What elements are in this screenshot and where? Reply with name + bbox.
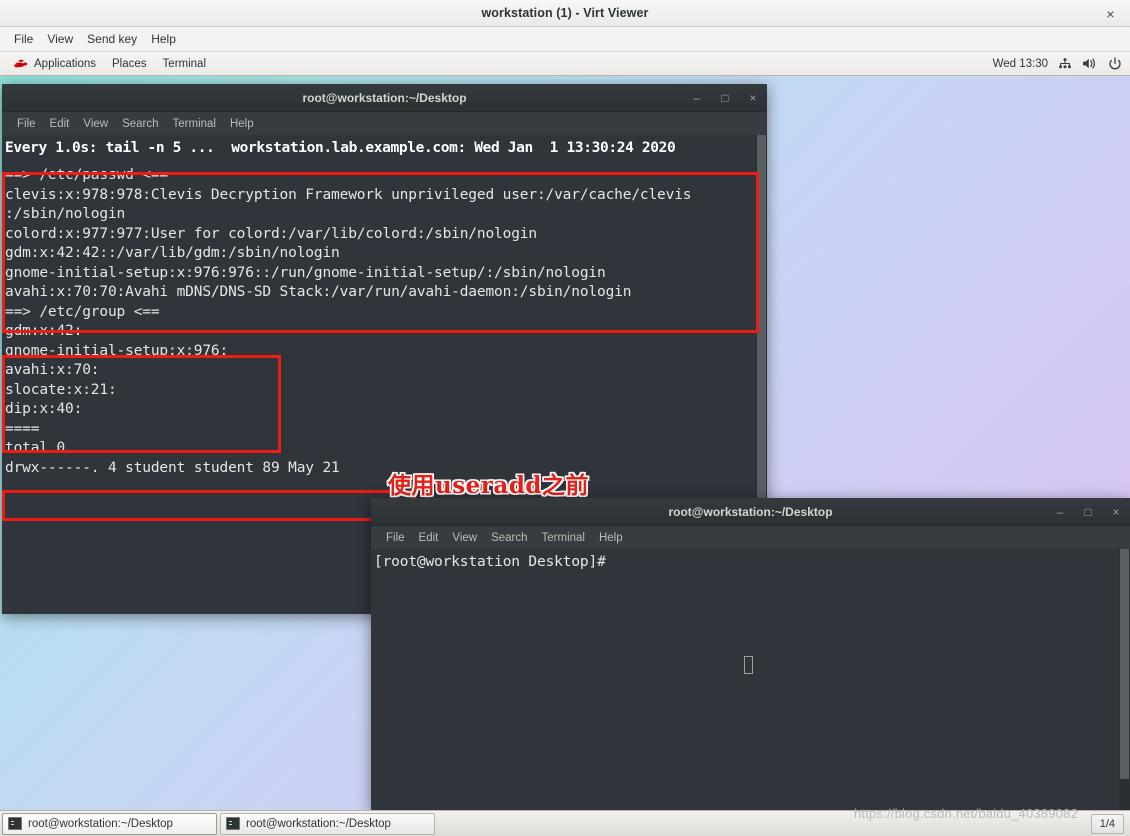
terminal-line: total 0 (5, 440, 66, 456)
taskbar-button-terminal-two[interactable]: root@workstation:~/Desktop (220, 812, 435, 835)
taskbar-button-terminal-one[interactable]: root@workstation:~/Desktop (2, 812, 217, 835)
terminal-two-prompt: [root@workstation Desktop]# (374, 554, 606, 570)
terminal-one-title: root@workstation:~/Desktop (302, 90, 467, 105)
terminal-line: dip:x:40: (5, 401, 83, 417)
terminal-one-menu-file[interactable]: File (10, 116, 43, 132)
terminal-line: slocate:x:21: (5, 381, 117, 398)
annotation-text-useradd: 使用useradd之前 (388, 472, 589, 499)
panel-item-terminal[interactable]: Terminal (155, 55, 214, 73)
panel-item-applications[interactable]: Applications (6, 54, 104, 73)
watch-header-line: Every 1.0s: tail -n 5 ... workstation.la… (5, 140, 676, 156)
terminal-two-scrollbar[interactable] (1119, 549, 1130, 810)
close-button[interactable]: × (1110, 498, 1122, 526)
taskbar: root@workstation:~/Desktop root@workstat… (0, 810, 1130, 836)
close-icon[interactable]: × (1102, 5, 1119, 22)
volume-icon[interactable] (1082, 57, 1098, 70)
terminal-two-menu-search[interactable]: Search (484, 530, 534, 546)
terminal-line: avahi:x:70: (5, 362, 100, 378)
terminal-two-scrollthumb[interactable] (1120, 549, 1129, 779)
terminal-two-menu-help[interactable]: Help (592, 530, 630, 546)
close-button[interactable]: × (747, 84, 759, 112)
panel-item-places[interactable]: Places (104, 55, 155, 73)
terminal-two-window-controls: – □ × (1054, 498, 1122, 526)
maximize-button[interactable]: □ (1082, 498, 1094, 526)
terminal-one-menu-edit[interactable]: Edit (43, 116, 77, 132)
terminal-line: clevis:x:978:978:Clevis Decryption Frame… (5, 186, 692, 203)
power-icon[interactable] (1108, 56, 1122, 71)
terminal-one-menu-search[interactable]: Search (115, 116, 165, 132)
terminal-line: ==> /etc/passwd <== (5, 167, 169, 183)
terminal-line: gdm:x:42: (5, 323, 83, 339)
network-icon[interactable] (1058, 57, 1072, 70)
terminal-line: gnome-initial-setup:x:976:976::/run/gnom… (5, 264, 606, 281)
viewer-title-text: workstation (1) - Virt Viewer (481, 6, 649, 20)
redhat-logo-icon (14, 59, 28, 68)
terminal-one-menu-terminal[interactable]: Terminal (166, 116, 223, 132)
panel-right-group: Wed 13:30 (993, 56, 1130, 71)
gnome-top-panel: Applications Places Terminal Wed 13:30 (0, 52, 1130, 76)
minimize-button[interactable]: – (691, 84, 703, 112)
workspace-switcher[interactable]: 1/4 (1090, 813, 1124, 834)
panel-item-applications-label: Applications (34, 57, 97, 70)
taskbar-button-label: root@workstation:~/Desktop (28, 817, 173, 830)
viewer-menu-send-key[interactable]: Send key (80, 30, 144, 48)
panel-left-group: Applications Places Terminal (0, 54, 214, 73)
panel-clock[interactable]: Wed 13:30 (993, 58, 1048, 70)
terminal-two-title: root@workstation:~/Desktop (668, 504, 833, 519)
terminal-two-menu-terminal[interactable]: Terminal (535, 530, 592, 546)
terminal-two-titlebar[interactable]: root@workstation:~/Desktop – □ × (371, 498, 1130, 526)
terminal-line: colord:x:977:977:User for colord:/var/li… (5, 225, 537, 242)
minimize-button[interactable]: – (1054, 498, 1066, 526)
terminal-two-menu-edit[interactable]: Edit (412, 530, 446, 546)
terminal-line: gnome-initial-setup:x:976: (5, 342, 229, 359)
terminal-one-menubar: File Edit View Search Terminal Help (2, 112, 767, 135)
terminal-two-menubar: File Edit View Search Terminal Help (371, 526, 1130, 549)
terminal-one-cursor (744, 656, 753, 674)
terminal-two-body[interactable]: [root@workstation Desktop]# (371, 549, 1130, 810)
terminal-line: gdm:x:42:42::/var/lib/gdm:/sbin/nologin (5, 245, 340, 261)
terminal-line: avahi:x:70:70:Avahi mDNS/DNS-SD Stack:/v… (5, 284, 632, 300)
terminal-two-menu-file[interactable]: File (379, 530, 412, 546)
viewer-menu-file[interactable]: File (7, 30, 40, 48)
terminal-one-menu-help[interactable]: Help (223, 116, 261, 132)
taskbar-button-label: root@workstation:~/Desktop (246, 817, 391, 830)
terminal-icon (8, 817, 22, 830)
viewer-menu-help[interactable]: Help (144, 30, 183, 48)
terminal-two-menu-view[interactable]: View (445, 530, 484, 546)
terminal-one-scrollthumb[interactable] (757, 135, 766, 535)
viewer-menubar: File View Send key Help (0, 27, 1130, 52)
terminal-one-menu-view[interactable]: View (76, 116, 115, 132)
terminal-line: :/sbin/nologin (5, 206, 126, 222)
terminal-line: ==> /etc/group <== (5, 303, 160, 320)
terminal-one-titlebar[interactable]: root@workstation:~/Desktop – □ × (2, 84, 767, 112)
terminal-window-two[interactable]: root@workstation:~/Desktop – □ × File Ed… (371, 498, 1130, 810)
maximize-button[interactable]: □ (719, 84, 731, 112)
virt-viewer-window: workstation (1) - Virt Viewer × File Vie… (0, 0, 1130, 836)
viewer-menu-view[interactable]: View (40, 30, 80, 48)
terminal-icon (226, 817, 240, 830)
viewer-titlebar: workstation (1) - Virt Viewer × (0, 0, 1130, 27)
terminal-line: ==== (5, 420, 40, 437)
terminal-one-window-controls: – □ × (691, 84, 759, 112)
terminal-line: drwx------. 4 student student 89 May 21 (5, 459, 340, 476)
desktop-background: root@workstation:~/Desktop – □ × File Ed… (0, 76, 1130, 810)
